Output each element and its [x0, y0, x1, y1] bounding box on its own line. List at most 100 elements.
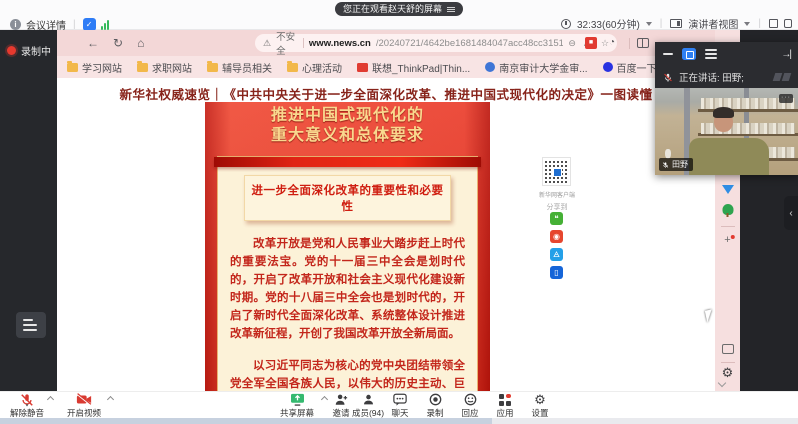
recording-indicator: 录制中	[7, 43, 51, 58]
settings-gear-icon: ⚙	[534, 393, 546, 406]
share-weibo-icon[interactable]: ◉	[550, 230, 563, 243]
zoom-out-icon[interactable]: ⊖	[568, 38, 576, 49]
minimize-icon[interactable]	[663, 53, 673, 55]
unmute-button[interactable]: 解除静音	[0, 393, 55, 419]
sidebar-menu-button[interactable]	[16, 312, 46, 338]
meeting-timer[interactable]: 32:33(60分钟)	[577, 16, 640, 31]
video-more-button[interactable]: ···	[779, 94, 793, 103]
settings-button[interactable]: ⚙ 设置	[512, 393, 568, 419]
divider	[303, 38, 304, 48]
bookmark-link[interactable]: 南京审计大学金审...	[485, 60, 587, 75]
banner-menu-icon[interactable]	[447, 6, 455, 13]
participant-head	[714, 111, 733, 132]
meeting-top-bar: i 会议详情 | ✓ 您正在观看赵天舒的屏幕 32:33(60分钟) | 演讲者…	[0, 0, 798, 30]
left-side-strip: 录制中	[0, 30, 57, 391]
record-icon	[429, 393, 442, 406]
network-signal-icon[interactable]	[101, 20, 109, 30]
fullscreen-icon[interactable]	[769, 19, 778, 28]
divider: |	[660, 18, 663, 29]
watermark-logo-icon	[774, 73, 790, 81]
bookmark-folder[interactable]: 心理活动	[287, 60, 342, 75]
taskbar-strip	[0, 418, 492, 424]
folder-icon	[67, 63, 78, 72]
security-label: 不安全	[276, 29, 298, 57]
divider: |	[758, 18, 761, 29]
apps-grid-icon	[499, 394, 511, 406]
site-icon	[357, 63, 368, 72]
sidebar-tree-icon[interactable]	[722, 204, 733, 215]
shared-browser-window: ← ↻ ⌂ ⚠ 不安全 www.news.cn /20240721/4642be…	[57, 30, 740, 391]
watching-screen-banner[interactable]: 您正在观看赵天舒的屏幕	[335, 2, 463, 16]
bookmark-folder[interactable]: 辅导员相关	[207, 60, 272, 75]
participant-video[interactable]: ··· 田野	[655, 88, 798, 175]
collapse-panel-icon[interactable]: →|	[781, 49, 790, 60]
share-wechat-icon[interactable]: ❝	[550, 212, 563, 225]
mic-muted-icon	[662, 161, 669, 169]
bookmark-folder[interactable]: 学习网站	[67, 60, 122, 75]
favorite-star-icon[interactable]: ☆	[601, 38, 609, 49]
back-icon[interactable]: ←	[87, 36, 99, 50]
panel-collapse-handle[interactable]: ‹	[784, 196, 798, 230]
speaking-label: 正在讲话: 田野;	[679, 70, 744, 84]
mic-off-icon	[20, 393, 34, 407]
recording-dot-icon	[7, 46, 16, 55]
share-mobile-icon[interactable]: ▯	[550, 266, 563, 279]
divider	[629, 38, 630, 49]
watching-banner-text: 您正在观看赵天舒的屏幕	[343, 2, 442, 16]
sidebar-settings-icon[interactable]: ⚙	[722, 366, 734, 379]
extension-icon-circle[interactable]: ◔	[609, 37, 615, 48]
sidebar-filter-icon[interactable]	[722, 185, 734, 194]
extension-icon-red[interactable]: ■	[585, 37, 597, 49]
bookmarks-bar: 学习网站 求职网站 辅导员相关 心理活动 联想_ThinkPad|Thin...…	[57, 56, 740, 78]
infographic-poster: 推进中国式现代化的 重大意义和总体要求 进一步全面深化改革的重要性和必要性 改革…	[205, 102, 490, 391]
folder-icon	[207, 63, 218, 72]
divider	[721, 362, 735, 363]
reaction-smiley-icon	[464, 393, 477, 406]
sidebar-add-icon[interactable]: +	[724, 234, 730, 246]
url-host: www.news.cn	[309, 38, 371, 49]
restore-window-icon[interactable]	[784, 19, 792, 28]
video-panel: →| 正在讲话: 田野; ··· 田野	[655, 42, 798, 175]
share-qq-icon[interactable]: 🜁	[550, 248, 563, 261]
mic-muted-icon	[663, 72, 673, 83]
camera-off-icon	[76, 393, 92, 406]
sidebar-screenshot-icon[interactable]	[722, 344, 734, 354]
recording-label: 录制中	[21, 43, 51, 58]
meeting-bottom-toolbar: 解除静音 开启视频 共享屏幕 邀请 成员(94) 聊天 录制	[0, 391, 798, 418]
share-screen-icon	[290, 393, 305, 406]
participant-name-tag: 田野	[659, 158, 693, 171]
timer-dropdown-icon[interactable]	[646, 22, 652, 26]
folder-icon	[137, 63, 148, 72]
share-label: 分享到	[527, 202, 587, 212]
timer-icon	[561, 19, 571, 29]
view-dropdown-icon[interactable]	[744, 22, 750, 26]
url-path: /20240721/4642be1681484047acc48cc315196d…	[376, 38, 564, 49]
speaking-indicator: 正在讲话: 田野;	[655, 66, 798, 88]
sidebar-scroll-down-icon[interactable]	[718, 379, 726, 387]
participant-body	[689, 138, 769, 175]
folder-icon	[287, 63, 298, 72]
site-icon	[485, 62, 495, 72]
speaker-view-icon	[670, 19, 682, 28]
poster-paragraph: 以习近平同志为核心的党中央团结带领全党全军全国各族人民，以伟大的历史主动、巨大的…	[230, 357, 465, 391]
list-view-icon[interactable]	[705, 49, 717, 59]
warning-icon: ⚠	[263, 38, 271, 49]
home-icon[interactable]: ⌂	[137, 36, 144, 50]
split-screen-icon[interactable]	[637, 38, 649, 48]
poster-ribbon	[214, 157, 481, 167]
address-bar[interactable]: ⚠ 不安全 www.news.cn /20240721/4642be168148…	[255, 34, 617, 52]
view-mode-selector[interactable]: 演讲者视图	[688, 16, 738, 31]
start-video-button[interactable]: 开启视频	[56, 393, 112, 419]
bookmark-link[interactable]: 联想_ThinkPad|Thin...	[357, 60, 470, 75]
article-headline[interactable]: 新华社权威速览｜《中共中央关于进一步全面深化改革、推进中国式现代化的决定》一图读…	[57, 84, 715, 103]
poster-section-title: 进一步全面深化改革的重要性和必要性	[244, 175, 451, 221]
poster-paragraph: 改革开放是党和人民事业大踏步赶上时代的重要法宝。党的十一届三中全会是划时代的，开…	[230, 235, 465, 343]
site-icon	[603, 62, 613, 72]
reload-icon[interactable]: ↻	[113, 36, 123, 50]
layout-view-icon[interactable]	[682, 48, 696, 60]
taskbar-strip	[492, 418, 798, 424]
article-content: 新华社权威速览｜《中共中央关于进一步全面深化改革、推进中国式现代化的决定》一图读…	[57, 78, 715, 391]
poster-title: 推进中国式现代化的 重大意义和总体要求	[205, 106, 490, 146]
chat-icon	[393, 393, 407, 406]
bookmark-folder[interactable]: 求职网站	[137, 60, 192, 75]
